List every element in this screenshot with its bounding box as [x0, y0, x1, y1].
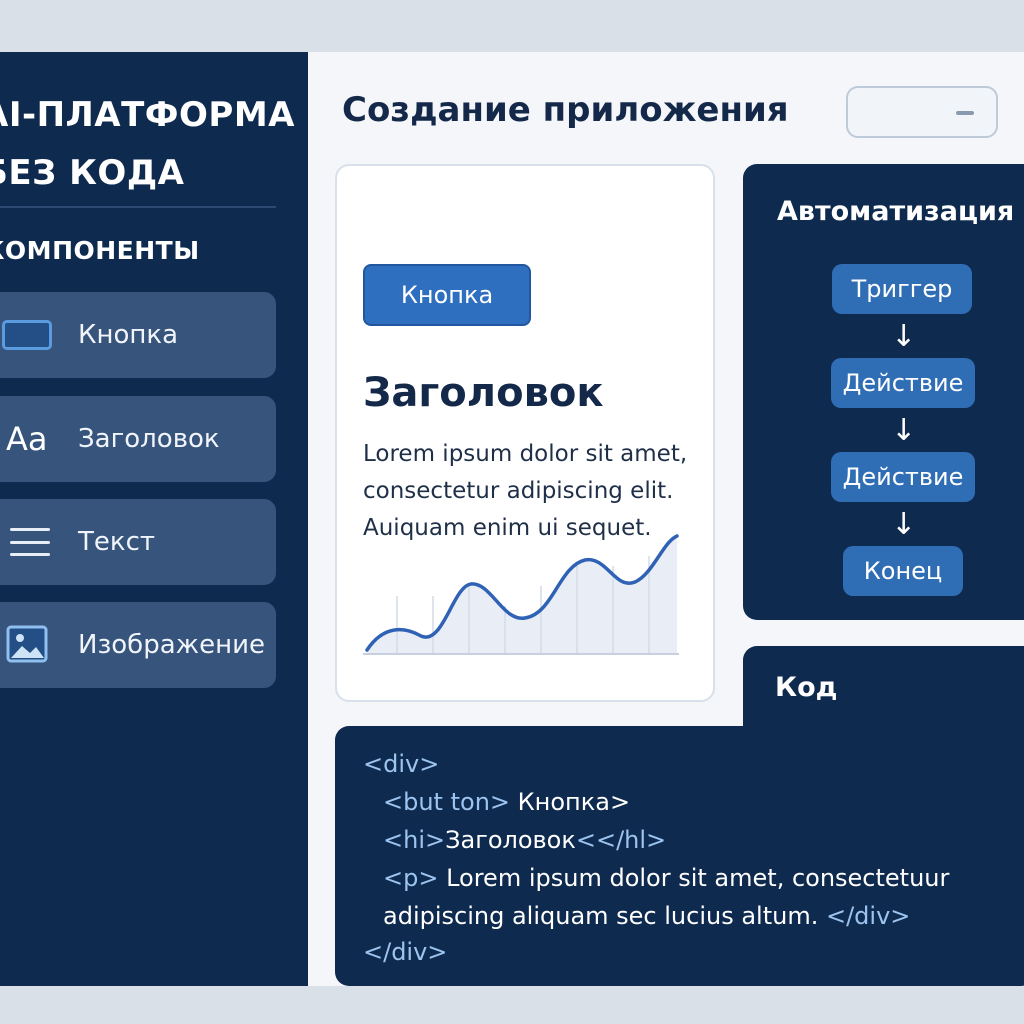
chart-area	[367, 536, 677, 654]
code-line: <p> Lorem ipsum dolor sit amet, consecte…	[383, 864, 950, 892]
sidebar-item-label: Кнопка	[78, 320, 179, 350]
heading-icon: Aa	[6, 420, 48, 458]
app-window: AI-ПЛАТФОРМА БЕЗ КОДА КОМПОНЕНТЫ Кнопка …	[0, 52, 1024, 986]
automation-title: Автоматизация	[777, 196, 1015, 227]
sidebar: AI-ПЛАТФОРМА БЕЗ КОДА КОМПОНЕНТЫ Кнопка …	[0, 52, 308, 986]
header-menu-button[interactable]	[846, 86, 998, 138]
sidebar-item-label: Изображение	[78, 630, 265, 660]
code-line: adipiscing aliquam sec lucius altum. </d…	[383, 902, 911, 930]
image-icon	[2, 619, 54, 671]
preview-chart	[363, 534, 679, 655]
code-line: </div>	[363, 938, 448, 966]
text-lines-icon	[2, 516, 54, 568]
automation-panel: Автоматизация Триггер ↓ Действие ↓ Дейст…	[743, 164, 1024, 620]
button-icon	[2, 309, 54, 361]
sidebar-item-label: Заголовок	[78, 424, 220, 454]
brand-title: AI-ПЛАТФОРМА БЕЗ КОДА	[0, 95, 295, 193]
sidebar-item-label: Текст	[78, 527, 156, 557]
sidebar-item-button[interactable]: Кнопка	[0, 292, 276, 378]
sidebar-section-title: КОМПОНЕНТЫ	[0, 236, 200, 265]
minus-icon	[956, 111, 974, 115]
sidebar-divider	[0, 206, 276, 208]
preview-button[interactable]: Кнопка	[363, 264, 531, 326]
code-title: Код	[775, 672, 838, 703]
code-line: <div>	[363, 750, 440, 778]
arrow-down-icon: ↓	[891, 319, 917, 354]
sidebar-item-image[interactable]: Изображение	[0, 602, 276, 688]
page-title: Создание приложения	[342, 90, 789, 130]
sidebar-item-text[interactable]: Текст	[0, 499, 276, 585]
preview-card: Кнопка Заголовок Lorem ipsum dolor sit a…	[335, 164, 715, 702]
arrow-down-icon: ↓	[891, 413, 917, 448]
flow-node-end[interactable]: Конец	[843, 546, 963, 596]
code-line: <but ton> Кнопка>	[383, 788, 631, 816]
code-panel: <div> <but ton> Кнопка> <hi>Заголовок<</…	[335, 726, 1024, 986]
flow-node-action[interactable]: Действие	[831, 358, 975, 408]
sidebar-item-heading[interactable]: Aa Заголовок	[0, 396, 276, 482]
code-line: <hi>Заголовок<</hl>	[383, 826, 667, 854]
flow-node-action[interactable]: Действие	[831, 452, 975, 502]
arrow-down-icon: ↓	[891, 507, 917, 542]
preview-heading: Заголовок	[363, 370, 604, 416]
flow-node-trigger[interactable]: Триггер	[832, 264, 972, 314]
